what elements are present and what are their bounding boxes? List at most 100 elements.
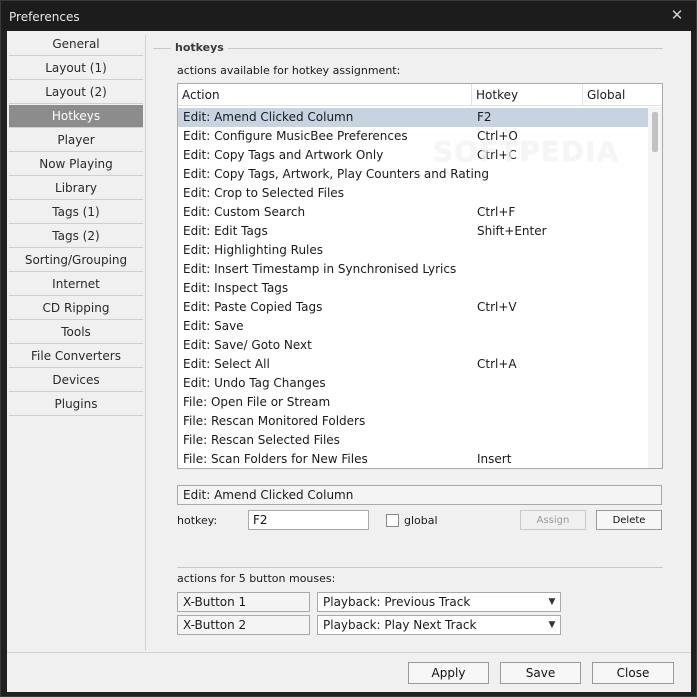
dialog-client: General Layout (1) Layout (2) Hotkeys Player… — [7, 31, 691, 692]
row-hotkey: Ctrl+V — [477, 300, 517, 314]
row-action: File: Scan Folders for New Files — [183, 452, 368, 466]
row-action: Edit: Configure MusicBee Preferences — [183, 129, 408, 143]
table-row[interactable]: Edit: Inspect Tags — [178, 279, 648, 298]
close-button[interactable]: Close — [592, 662, 674, 684]
row-action: Edit: Inspect Tags — [183, 281, 289, 295]
list-scrollbar[interactable] — [648, 107, 662, 468]
table-row[interactable]: Edit: Amend Clicked Column F2 — [178, 108, 648, 127]
sidebar-item-plugins[interactable]: Plugins — [9, 393, 143, 416]
row-action: Edit: Select All — [183, 357, 270, 371]
sidebar-item-internet[interactable]: Internet — [9, 273, 143, 296]
hotkey-label: hotkey: — [177, 514, 218, 527]
sidebar-item-devices[interactable]: Devices — [9, 369, 143, 392]
table-row[interactable]: Edit: Crop to Selected Files — [178, 184, 648, 203]
table-row[interactable]: Edit: Undo Tag Changes — [178, 374, 648, 393]
global-label: global — [404, 514, 438, 527]
mouse-caption: actions for 5 button mouses: — [177, 572, 336, 585]
row-action: Edit: Amend Clicked Column — [183, 110, 354, 124]
sidebar-item-player[interactable]: Player — [9, 129, 143, 152]
table-row[interactable]: Edit: Insert Timestamp in Synchronised L… — [178, 260, 648, 279]
chevron-down-icon: ▼ — [548, 597, 556, 607]
column-header-hotkey[interactable]: Hotkey — [472, 84, 583, 106]
row-hotkey: Ctrl+O — [477, 129, 518, 143]
row-hotkey: Ctrl+A — [477, 357, 517, 371]
table-row[interactable]: Edit: Copy Tags, Artwork, Play Counters … — [178, 165, 648, 184]
footer-divider — [7, 652, 691, 653]
mouse-section-line — [177, 567, 663, 568]
sidebar-item-cd-ripping[interactable]: CD Ripping — [9, 297, 143, 320]
table-row[interactable]: Edit: Edit Tags Shift+Enter — [178, 222, 648, 241]
x-button-1-label: X-Button 1 — [177, 592, 310, 612]
preferences-window: Preferences ✕ General Layout (1) Layout (2… — [0, 0, 697, 697]
row-action: Edit: Insert Timestamp in Synchronised L… — [183, 262, 457, 276]
row-action: File: Rescan Monitored Folders — [183, 414, 366, 428]
sidebar-item-file-converters[interactable]: File Converters — [9, 345, 143, 368]
chevron-down-icon: ▼ — [548, 620, 556, 630]
table-row[interactable]: Edit: Configure MusicBee Preferences Ctrl… — [178, 127, 648, 146]
x-button-1-action-value: Playback: Previous Track — [323, 595, 471, 609]
row-action: Edit: Edit Tags — [183, 224, 268, 238]
row-action: Edit: Highlighting Rules — [183, 243, 324, 257]
table-row[interactable]: File: Scan Folders for New Files Insert — [178, 450, 648, 468]
sidebar-item-tags-1[interactable]: Tags (1) — [9, 201, 143, 224]
selected-action-display: Edit: Amend Clicked Column — [177, 485, 662, 505]
sidebar-item-sorting-grouping[interactable]: Sorting/Grouping — [9, 249, 143, 272]
column-header-global[interactable]: Global — [583, 84, 662, 106]
sidebar: General Layout (1) Layout (2) Hotkeys Player… — [7, 31, 144, 651]
close-icon[interactable]: ✕ — [668, 6, 686, 24]
row-action: Edit: Save/ Goto Next — [183, 338, 312, 352]
window-title: Preferences — [9, 10, 80, 24]
scrollbar-thumb[interactable] — [652, 112, 658, 152]
sidebar-item-library[interactable]: Library — [9, 177, 143, 200]
assign-button[interactable]: Assign — [520, 510, 586, 530]
table-row[interactable]: Edit: Paste Copied Tags Ctrl+V — [178, 298, 648, 317]
row-action: Edit: Save — [183, 319, 244, 333]
table-row[interactable]: File: Open File or Stream — [178, 393, 648, 412]
delete-button[interactable]: Delete — [596, 510, 662, 530]
x-button-2-label: X-Button 2 — [177, 615, 310, 635]
hotkeys-section-line — [153, 48, 663, 49]
table-row[interactable]: Edit: Save — [178, 317, 648, 336]
hotkey-action-list[interactable]: Action Hotkey Global Edit: Amend Clicked… — [177, 83, 663, 469]
list-rows: Edit: Amend Clicked Column F2 Edit: Config… — [178, 108, 648, 468]
sidebar-item-tools[interactable]: Tools — [9, 321, 143, 344]
x-button-2-action-value: Playback: Play Next Track — [323, 618, 477, 632]
row-hotkey: Insert — [477, 452, 512, 466]
row-action: Edit: Crop to Selected Files — [183, 186, 344, 200]
table-row[interactable]: File: Rescan Selected Files — [178, 431, 648, 450]
sidebar-item-hotkeys[interactable]: Hotkeys — [9, 105, 143, 128]
table-row[interactable]: Edit: Highlighting Rules — [178, 241, 648, 260]
sidebar-item-general[interactable]: General — [9, 33, 143, 56]
row-hotkey: Shift+Enter — [477, 224, 547, 238]
global-checkbox[interactable] — [386, 514, 399, 527]
row-action: Edit: Paste Copied Tags — [183, 300, 323, 314]
hotkeys-list-caption: actions available for hotkey assignment: — [177, 64, 401, 77]
row-action: Edit: Copy Tags and Artwork Only — [183, 148, 384, 162]
hotkey-input[interactable] — [248, 510, 369, 530]
table-row[interactable]: Edit: Select All Ctrl+A — [178, 355, 648, 374]
row-action: Edit: Copy Tags, Artwork, Play Counters … — [183, 167, 489, 181]
x-button-1-action-select[interactable]: Playback: Previous Track ▼ — [317, 592, 561, 612]
sidebar-item-layout-1[interactable]: Layout (1) — [9, 57, 143, 80]
sidebar-item-layout-2[interactable]: Layout (2) — [9, 81, 143, 104]
row-hotkey: F2 — [477, 110, 492, 124]
row-hotkey: Ctrl+F — [477, 205, 516, 219]
apply-button[interactable]: Apply — [408, 662, 489, 684]
column-header-action[interactable]: Action — [178, 84, 472, 106]
row-action: Edit: Custom Search — [183, 205, 306, 219]
title-bar: Preferences ✕ — [1, 1, 696, 31]
x-button-2-action-select[interactable]: Playback: Play Next Track ▼ — [317, 615, 561, 635]
sidebar-item-tags-2[interactable]: Tags (2) — [9, 225, 143, 248]
table-row[interactable]: Edit: Custom Search Ctrl+F — [178, 203, 648, 222]
row-action: File: Rescan Selected Files — [183, 433, 340, 447]
table-row[interactable]: Edit: Save/ Goto Next — [178, 336, 648, 355]
hotkeys-section-title: hotkeys — [171, 41, 228, 54]
list-header: Action Hotkey Global — [178, 84, 662, 106]
table-row[interactable]: File: Rescan Monitored Folders — [178, 412, 648, 431]
sidebar-divider — [145, 35, 146, 651]
row-action: Edit: Undo Tag Changes — [183, 376, 326, 390]
save-button[interactable]: Save — [500, 662, 581, 684]
row-action: File: Open File or Stream — [183, 395, 331, 409]
table-row[interactable]: Edit: Copy Tags and Artwork Only Ctrl+C — [178, 146, 648, 165]
sidebar-item-now-playing[interactable]: Now Playing — [9, 153, 143, 176]
